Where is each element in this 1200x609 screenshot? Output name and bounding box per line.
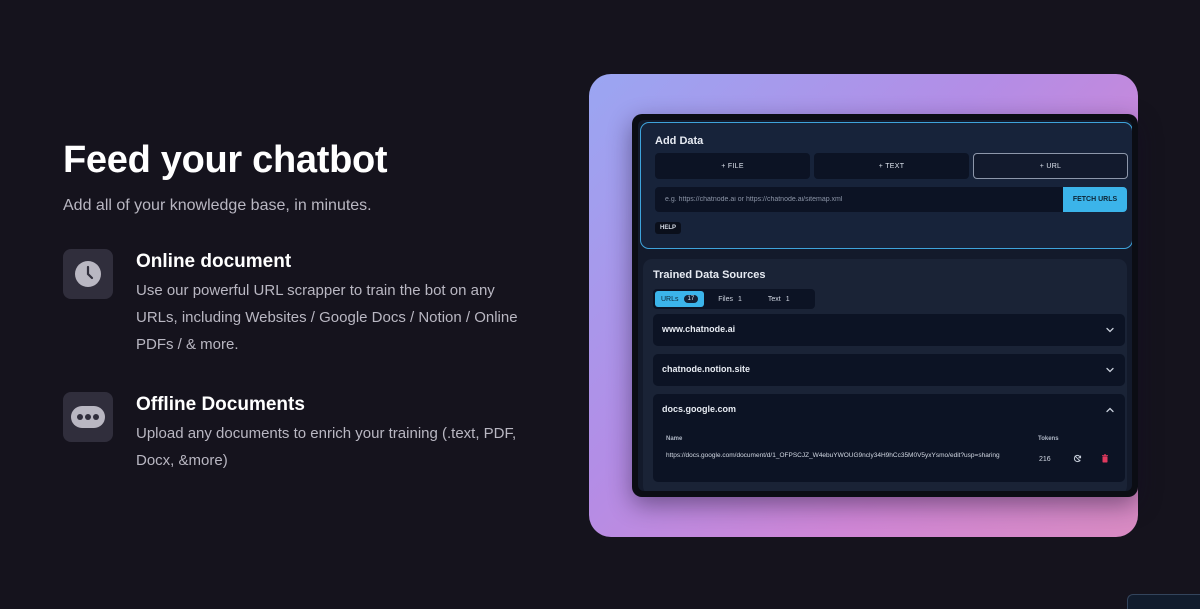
tokens-column-header: Tokens <box>1038 436 1059 442</box>
add-url-button[interactable]: + URL <box>973 153 1128 179</box>
document-tokens: 216 <box>1039 456 1051 463</box>
clock-icon <box>63 249 113 299</box>
hero-title: Feed your chatbot <box>63 139 388 181</box>
hero-subtitle: Add all of your knowledge base, in minut… <box>63 197 372 214</box>
source-row[interactable]: chatnode.notion.site <box>653 354 1125 386</box>
url-input[interactable] <box>655 187 1063 212</box>
trained-data-sources-panel: Trained Data Sources URLs 17 Files 1 Tex… <box>643 259 1127 491</box>
source-domain: chatnode.notion.site <box>662 364 751 374</box>
help-button[interactable]: HELP <box>655 222 682 234</box>
fetch-urls-button[interactable]: FETCH URLS <box>1063 187 1127 212</box>
source-row-expanded[interactable]: docs.google.com Name Tokens https://docs… <box>653 394 1125 482</box>
tab-label: URLs <box>661 295 679 303</box>
chevron-up-icon[interactable] <box>1105 405 1115 415</box>
tab-count-badge: 17 <box>683 295 699 303</box>
chevron-down-icon[interactable] <box>1105 365 1115 375</box>
add-data-heading: Add Data <box>655 135 704 147</box>
name-column-header: Name <box>666 436 683 442</box>
document-url[interactable]: https://docs.google.com/document/d/1_OFP… <box>666 451 1031 461</box>
ellipsis-icon <box>63 392 113 442</box>
add-file-button[interactable]: + FILE <box>655 153 810 179</box>
source-type-tabs: URLs 17 Files 1 Text 1 <box>653 289 815 309</box>
tab-text[interactable]: Text 1 <box>762 291 796 307</box>
trash-icon[interactable] <box>1101 454 1109 463</box>
add-text-button[interactable]: + TEXT <box>814 153 969 179</box>
trained-data-heading: Trained Data Sources <box>653 269 766 281</box>
retrain-icon[interactable] <box>1073 454 1082 463</box>
source-row[interactable]: www.chatnode.ai <box>653 314 1125 346</box>
tab-files[interactable]: Files 1 <box>712 291 748 307</box>
feature-description: Upload any documents to enrich your trai… <box>136 425 517 469</box>
tablet-mockup: Add Data + FILE + TEXT + URL FETCH URLS … <box>632 114 1138 497</box>
chevron-down-icon[interactable] <box>1105 325 1115 335</box>
tablet-screen: Add Data + FILE + TEXT + URL FETCH URLS … <box>638 120 1132 491</box>
chat-widget-tab[interactable] <box>1127 594 1200 609</box>
add-data-panel: Add Data + FILE + TEXT + URL FETCH URLS … <box>640 122 1132 249</box>
tab-count-badge: 1 <box>785 295 790 303</box>
source-domain: docs.google.com <box>662 404 737 414</box>
tab-label: Text <box>767 295 781 303</box>
feature-description: Use our powerful URL scrapper to train t… <box>136 282 518 353</box>
feature-title: Online document <box>136 251 292 272</box>
tab-label: Files <box>718 295 733 303</box>
source-domain: www.chatnode.ai <box>662 324 736 334</box>
tab-urls[interactable]: URLs 17 <box>655 291 705 307</box>
feature-title: Offline Documents <box>136 394 305 415</box>
tab-count-badge: 1 <box>737 295 742 303</box>
